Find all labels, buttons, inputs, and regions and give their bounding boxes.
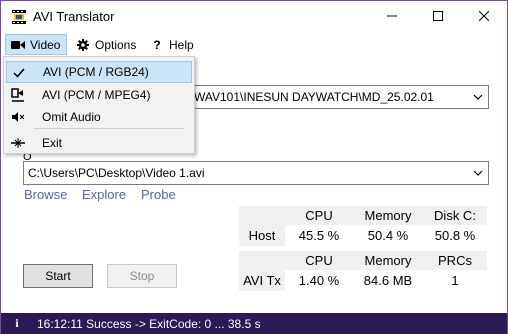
host-stats-table: CPU Memory Disk C: Host 45.5 % 50.4 % 50… [239,206,487,246]
probe-link[interactable]: Probe [141,187,176,202]
video-camera-icon [10,38,26,52]
host-header-disk: Disk C: [423,206,487,225]
avi-cpu-value: 1.40 % [298,273,340,288]
source-path-text: WAV101\INESUN DAYWATCH\MD_25.02.01 [194,90,434,104]
maximize-icon [433,10,443,24]
window-title: AVI Translator [33,9,115,24]
host-cpu-value: 45.5 % [298,228,340,243]
avi-stats-table: CPU Memory PRCs AVI Tx 1.40 % 84.6 MB 1 [239,251,487,291]
status-text: 16:12:11 Success -> ExitCode: 0 ... 38.5… [37,316,261,331]
host-header-cpu: CPU [285,206,353,225]
start-button[interactable]: Start [23,264,93,288]
close-button[interactable] [461,1,507,32]
avi-header-cpu: CPU [285,251,353,270]
avi-row-label: AVI Tx [239,271,285,290]
menu-item-label: AVI (PCM / RGB24) [43,65,149,79]
stop-button[interactable]: Stop [107,264,177,288]
avi-prcs-value: 1 [451,273,459,288]
chevron-down-icon[interactable] [472,91,484,103]
checkmark-icon [11,65,27,81]
explore-link[interactable]: Explore [82,187,126,202]
exit-icon [10,135,26,151]
menu-item-exit[interactable]: Exit [6,132,192,154]
menu-item-omit-audio[interactable]: Omit Audio [6,106,192,128]
mute-icon [10,109,26,125]
menu-help[interactable]: ? Help [145,34,195,55]
menu-item-label: Exit [42,136,63,150]
info-icon: i [15,316,19,330]
menu-video-label: Video [30,37,61,52]
avi-memory-value: 84.6 MB [363,273,413,288]
minimize-button[interactable] [369,1,415,32]
menu-help-label: Help [169,37,194,52]
host-disk-value: 50.8 % [434,228,476,243]
avi-header-memory: Memory [353,251,423,270]
chevron-down-icon[interactable] [472,167,484,179]
menu-separator [34,128,184,129]
mpeg4-icon [10,87,26,103]
avi-header-prcs: PRCs [423,251,487,270]
app-window: AVI Translator Video Options ? Help WAV1… [0,0,508,334]
app-icon [11,9,27,25]
maximize-button[interactable] [415,1,461,32]
menu-bar: Video Options ? Help [1,33,507,55]
menu-item-avi-mpeg4[interactable]: AVI (PCM / MPEG4) [6,84,192,106]
gear-icon [75,38,91,52]
output-path-text: C:\Users\PC\Desktop\Video 1.avi [28,166,205,180]
browse-link[interactable]: Browse [24,187,67,202]
close-icon [478,10,490,24]
output-path-combo[interactable]: C:\Users\PC\Desktop\Video 1.avi [23,161,489,185]
status-bar: i 16:12:11 Success -> ExitCode: 0 ... 38… [1,313,507,334]
menu-item-label: Omit Audio [42,110,101,124]
host-row-label: Host [248,228,276,243]
menu-item-label: AVI (PCM / MPEG4) [42,88,151,102]
host-header-memory: Memory [353,206,423,225]
menu-options[interactable]: Options [71,34,139,55]
host-memory-value: 50.4 % [367,228,409,243]
menu-item-avi-rgb24[interactable]: AVI (PCM / RGB24) [6,61,192,83]
menu-video[interactable]: Video [5,34,67,55]
question-icon: ? [153,37,161,52]
title-bar[interactable]: AVI Translator [1,1,507,32]
menu-options-label: Options [95,37,137,52]
video-menu-dropdown: AVI (PCM / RGB24) AVI (PCM / MPEG4) Omit… [3,56,195,154]
minimize-icon [387,10,397,24]
